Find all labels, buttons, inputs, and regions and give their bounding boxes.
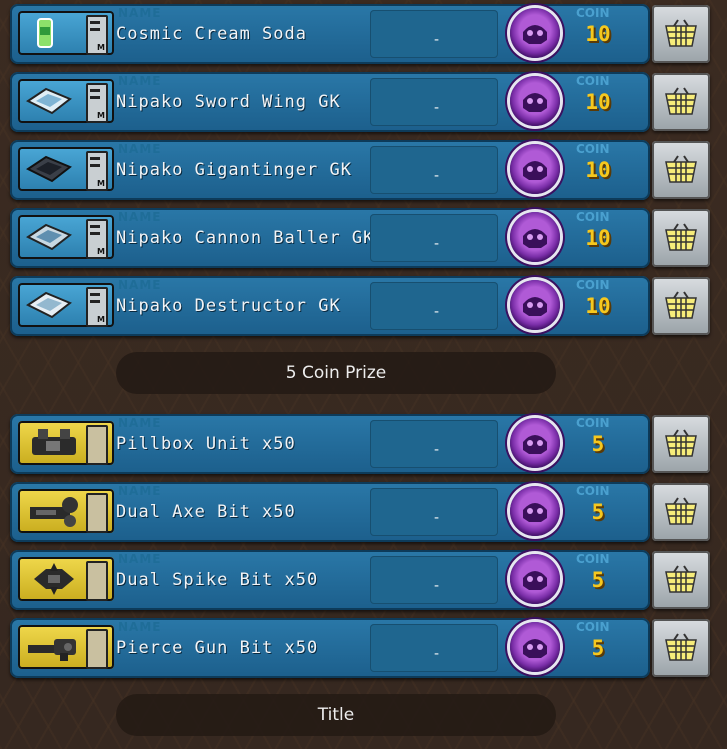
stock-value: - — [434, 168, 440, 184]
add-to-cart-button[interactable] — [652, 551, 710, 609]
coin-label: COIN — [576, 210, 610, 224]
spike-bit-part-icon — [18, 557, 114, 601]
add-to-cart-button[interactable] — [652, 141, 710, 199]
prize-row[interactable]: M NAME Cosmic Cream Soda - COIN 10 — [10, 4, 650, 64]
model-box-icon: M — [18, 283, 114, 327]
prize-row[interactable]: M NAME Nipako Destructor GK - COIN 10 — [10, 276, 650, 336]
coin-cost: 10 — [585, 158, 611, 182]
coin-cost: 5 — [591, 500, 605, 524]
item-name: Cosmic Cream Soda — [116, 24, 307, 44]
coin-cost: 10 — [585, 226, 611, 250]
cart-icon — [665, 19, 697, 47]
item-name: Nipako Sword Wing GK — [116, 92, 341, 112]
coin-label: COIN — [576, 484, 610, 498]
model-box-icon: M — [18, 79, 114, 123]
name-label: NAME — [118, 74, 162, 88]
stock-value: - — [434, 100, 440, 116]
stock-value: - — [434, 646, 440, 662]
stock-value: - — [434, 510, 440, 526]
add-to-cart-button[interactable] — [652, 415, 710, 473]
stock-value: - — [434, 304, 440, 320]
stock-value: - — [434, 442, 440, 458]
name-label: NAME — [118, 620, 162, 634]
coin-label: COIN — [576, 142, 610, 156]
coin-cost: 5 — [591, 636, 605, 660]
name-label: NAME — [118, 416, 162, 430]
coin-label: COIN — [576, 416, 610, 430]
coin-icon — [510, 280, 560, 330]
name-label: NAME — [118, 142, 162, 156]
coin-cost: 10 — [585, 90, 611, 114]
prize-row[interactable]: NAME Dual Spike Bit x50 - COIN 5 — [10, 550, 650, 610]
item-name: Dual Axe Bit x50 — [116, 502, 296, 522]
prize-row[interactable]: M NAME Nipako Sword Wing GK - COIN 10 — [10, 72, 650, 132]
cart-icon — [665, 291, 697, 319]
stock-value: - — [434, 578, 440, 594]
coin-icon — [510, 76, 560, 126]
axe-bit-part-icon — [18, 489, 114, 533]
name-label: NAME — [118, 210, 162, 224]
cart-icon — [665, 497, 697, 525]
name-label: NAME — [118, 552, 162, 566]
coin-icon — [510, 486, 560, 536]
model-box-icon: M — [18, 147, 114, 191]
coin-label: COIN — [576, 6, 610, 20]
add-to-cart-button[interactable] — [652, 209, 710, 267]
add-to-cart-button[interactable] — [652, 277, 710, 335]
name-label: NAME — [118, 6, 162, 20]
soda-can-icon: M — [18, 11, 114, 55]
coin-icon — [510, 212, 560, 262]
item-name: Nipako Destructor GK — [116, 296, 341, 316]
pillbox-part-icon — [18, 421, 114, 465]
coin-icon — [510, 418, 560, 468]
add-to-cart-button[interactable] — [652, 5, 710, 63]
item-name: Nipako Cannon Baller GK — [116, 228, 375, 248]
coin-icon — [510, 622, 560, 672]
stock-value: - — [434, 32, 440, 48]
cart-icon — [665, 565, 697, 593]
add-to-cart-button[interactable] — [652, 619, 710, 677]
coin-label: COIN — [576, 552, 610, 566]
cart-icon — [665, 223, 697, 251]
prize-row[interactable]: NAME Pierce Gun Bit x50 - COIN 5 — [10, 618, 650, 678]
coin-cost: 5 — [591, 568, 605, 592]
cart-icon — [665, 429, 697, 457]
model-box-icon: M — [18, 215, 114, 259]
prize-row[interactable]: NAME Pillbox Unit x50 - COIN 5 — [10, 414, 650, 474]
cart-icon — [665, 633, 697, 661]
add-to-cart-button[interactable] — [652, 483, 710, 541]
coin-label: COIN — [576, 74, 610, 88]
coin-label: COIN — [576, 278, 610, 292]
title-button[interactable]: Title — [116, 694, 556, 736]
item-name: Nipako Gigantinger GK — [116, 160, 352, 180]
coin-cost: 10 — [585, 22, 611, 46]
item-name: Pierce Gun Bit x50 — [116, 638, 319, 658]
item-name: Pillbox Unit x50 — [116, 434, 296, 454]
coin-icon — [510, 8, 560, 58]
cart-icon — [665, 155, 697, 183]
coin-icon — [510, 554, 560, 604]
stock-value: - — [434, 236, 440, 252]
gun-bit-part-icon — [18, 625, 114, 669]
coin-cost: 5 — [591, 432, 605, 456]
coin-cost: 10 — [585, 294, 611, 318]
add-to-cart-button[interactable] — [652, 73, 710, 131]
prize-row[interactable]: M NAME Nipako Gigantinger GK - COIN 10 — [10, 140, 650, 200]
item-name: Dual Spike Bit x50 — [116, 570, 319, 590]
prize-row[interactable]: NAME Dual Axe Bit x50 - COIN 5 — [10, 482, 650, 542]
name-label: NAME — [118, 278, 162, 292]
cart-icon — [665, 87, 697, 115]
coin-label: COIN — [576, 620, 610, 634]
section-banner: 5 Coin Prize — [116, 352, 556, 394]
coin-icon — [510, 144, 560, 194]
prize-row[interactable]: M NAME Nipako Cannon Baller GK - COIN 10 — [10, 208, 650, 268]
name-label: NAME — [118, 484, 162, 498]
